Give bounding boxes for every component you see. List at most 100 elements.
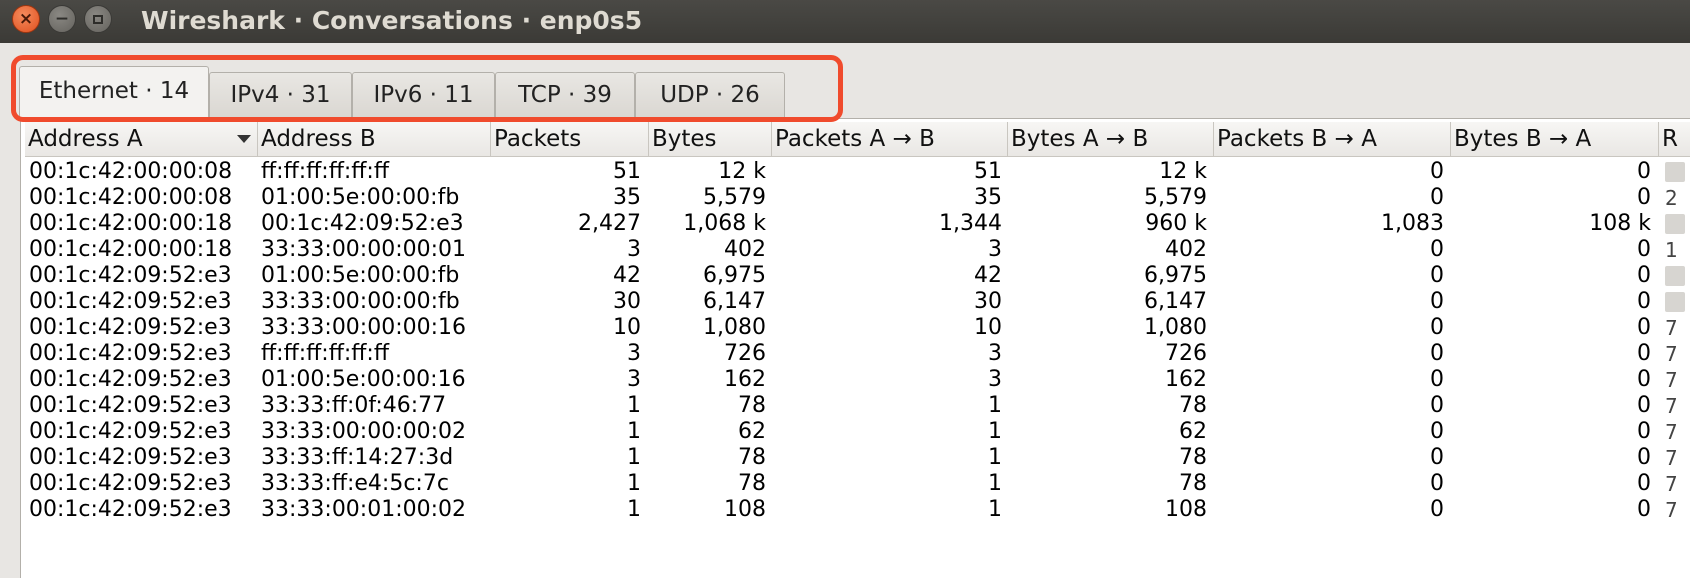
table-row[interactable]: 00:1c:42:09:52:e3 01:00:5e:00:00:fb 42 6,97…: [25, 263, 1690, 289]
cell-address-b: 33:33:00:01:00:02: [261, 497, 467, 522]
cell-bytes-b-a: 0: [1637, 263, 1651, 288]
cell-address-a: 00:1c:42:09:52:e3: [29, 419, 232, 444]
column-header-rel-start[interactable]: R: [1659, 122, 1690, 156]
cell-rel-start: 7: [1665, 394, 1678, 418]
column-header-bytes-b-a[interactable]: Bytes B → A: [1451, 122, 1659, 156]
cell-packets-b-a: 0: [1430, 159, 1444, 184]
cell-address-a: 00:1c:42:09:52:e3: [29, 367, 232, 392]
cell-rel-start: 2: [1665, 186, 1678, 210]
cell-address-a: 00:1c:42:09:52:e3: [29, 263, 232, 288]
cell-packets: 30: [613, 289, 641, 314]
table-row[interactable]: 00:1c:42:00:00:08 ff:ff:ff:ff:ff:ff 51 12 k…: [25, 159, 1690, 185]
cell-address-a: 00:1c:42:09:52:e3: [29, 393, 232, 418]
cell-bytes-b-a: 0: [1637, 237, 1651, 262]
cell-packets: 35: [613, 185, 641, 210]
cell-packets-a-b: 42: [974, 263, 1002, 288]
cell-bytes: 402: [724, 237, 766, 262]
column-header-packets-a-b[interactable]: Packets A → B: [772, 122, 1008, 156]
cell-rel-start: 7: [1665, 316, 1678, 340]
cell-packets-b-a: 0: [1430, 289, 1444, 314]
minimize-icon: −: [54, 9, 70, 29]
tab-ipv6[interactable]: IPv6 · 11: [352, 72, 495, 117]
table-row[interactable]: 00:1c:42:09:52:e3 ff:ff:ff:ff:ff:ff 3 726 3 7…: [25, 341, 1690, 367]
table-row[interactable]: 00:1c:42:09:52:e3 33:33:ff:e4:5c:7c 1 78 1 78…: [25, 471, 1690, 497]
cell-bytes-b-a: 0: [1637, 367, 1651, 392]
cell-packets-a-b: 51: [974, 159, 1002, 184]
cell-packets-b-a: 0: [1430, 263, 1444, 288]
cell-packets: 3: [627, 341, 641, 366]
table-row[interactable]: 00:1c:42:09:52:e3 33:33:ff:0f:46:77 1 78 1 78…: [25, 393, 1690, 419]
tab-ipv4[interactable]: IPv4 · 31: [209, 72, 352, 117]
cell-packets-a-b: 1: [988, 419, 1002, 444]
cell-address-a: 00:1c:42:09:52:e3: [29, 289, 232, 314]
cell-packets: 42: [613, 263, 641, 288]
cell-address-a: 00:1c:42:00:00:08: [29, 185, 233, 210]
minimize-window-button[interactable]: −: [48, 5, 76, 33]
cell-packets: 10: [613, 315, 641, 340]
cell-packets-a-b: 3: [988, 237, 1002, 262]
cell-address-b: 01:00:5e:00:00:fb: [261, 263, 460, 288]
cell-packets: 51: [613, 159, 641, 184]
column-header-address-a[interactable]: Address A: [25, 122, 258, 156]
column-header-bytes[interactable]: Bytes: [649, 122, 772, 156]
cell-address-b: 33:33:ff:e4:5c:7c: [261, 471, 449, 496]
cell-packets-b-a: 0: [1430, 315, 1444, 340]
table-row[interactable]: 00:1c:42:09:52:e3 33:33:00:00:00:02 1 62 1 62…: [25, 419, 1690, 445]
cell-packets-a-b: 1: [988, 445, 1002, 470]
cell-address-b: 33:33:00:00:00:01: [261, 237, 467, 262]
cell-bytes-a-b: 1,080: [1144, 315, 1207, 340]
column-header-bytes-a-b[interactable]: Bytes A → B: [1008, 122, 1214, 156]
tab-tcp[interactable]: TCP · 39: [495, 72, 635, 117]
cell-packets: 1: [627, 471, 641, 496]
cell-packets-b-a: 0: [1430, 419, 1444, 444]
table-row[interactable]: 00:1c:42:00:00:08 01:00:5e:00:00:fb 35 5,57…: [25, 185, 1690, 211]
close-icon: ×: [18, 9, 34, 29]
title-bar: × − Wireshark · Conversations · enp0s5: [0, 0, 1690, 43]
column-header-packets-b-a[interactable]: Packets B → A: [1214, 122, 1451, 156]
table-row[interactable]: 00:1c:42:09:52:e3 01:00:5e:00:00:16 3 162 3 1…: [25, 367, 1690, 393]
cell-address-b: 01:00:5e:00:00:16: [261, 367, 466, 392]
sort-descending-icon: [237, 135, 251, 143]
tab-ethernet[interactable]: Ethernet · 14: [19, 66, 209, 119]
rel-start-bar: [1665, 292, 1685, 312]
cell-packets-a-b: 1: [988, 393, 1002, 418]
cell-rel-start: 7: [1665, 420, 1678, 444]
cell-packets-a-b: 35: [974, 185, 1002, 210]
column-header-label: Address A: [28, 126, 143, 152]
table-row[interactable]: 00:1c:42:00:00:18 33:33:00:00:00:01 3 402 3 4…: [25, 237, 1690, 263]
cell-packets-a-b: 1,344: [939, 211, 1002, 236]
table-row[interactable]: 00:1c:42:00:00:18 00:1c:42:09:52:e3 2,427 1…: [25, 211, 1690, 237]
cell-bytes-b-a: 0: [1637, 289, 1651, 314]
cell-bytes: 78: [738, 471, 766, 496]
cell-bytes: 78: [738, 445, 766, 470]
cell-rel-start: 7: [1665, 342, 1678, 366]
cell-bytes: 726: [724, 341, 766, 366]
table-row[interactable]: 00:1c:42:09:52:e3 33:33:ff:14:27:3d 1 78 1 78…: [25, 445, 1690, 471]
tab-udp[interactable]: UDP · 26: [635, 72, 785, 117]
cell-address-a: 00:1c:42:09:52:e3: [29, 471, 232, 496]
maximize-window-button[interactable]: [84, 5, 112, 33]
cell-bytes-b-a: 0: [1637, 497, 1651, 522]
cell-packets: 1: [627, 497, 641, 522]
cell-address-a: 00:1c:42:09:52:e3: [29, 341, 232, 366]
cell-address-b: ff:ff:ff:ff:ff:ff: [261, 159, 390, 184]
cell-bytes-a-b: 726: [1165, 341, 1207, 366]
close-window-button[interactable]: ×: [12, 5, 40, 33]
column-header-packets[interactable]: Packets: [491, 122, 649, 156]
rel-start-bar: [1665, 162, 1685, 182]
cell-bytes-a-b: 108: [1165, 497, 1207, 522]
column-header-address-b[interactable]: Address B: [258, 122, 491, 156]
table-body: 00:1c:42:00:00:08 ff:ff:ff:ff:ff:ff 51 12 k…: [25, 159, 1690, 523]
cell-bytes-b-a: 0: [1637, 185, 1651, 210]
table-row[interactable]: 00:1c:42:09:52:e3 33:33:00:00:00:fb 30 6,14…: [25, 289, 1690, 315]
cell-bytes-b-a: 0: [1637, 315, 1651, 340]
cell-bytes: 108: [724, 497, 766, 522]
rel-start-bar: [1665, 266, 1685, 286]
cell-bytes-a-b: 62: [1179, 419, 1207, 444]
cell-address-a: 00:1c:42:09:52:e3: [29, 315, 232, 340]
table-row[interactable]: 00:1c:42:09:52:e3 33:33:00:00:00:16 10 1,08…: [25, 315, 1690, 341]
cell-bytes-a-b: 402: [1165, 237, 1207, 262]
cell-bytes: 162: [724, 367, 766, 392]
cell-address-a: 00:1c:42:09:52:e3: [29, 497, 232, 522]
table-row[interactable]: 00:1c:42:09:52:e3 33:33:00:01:00:02 1 108 1 1…: [25, 497, 1690, 523]
